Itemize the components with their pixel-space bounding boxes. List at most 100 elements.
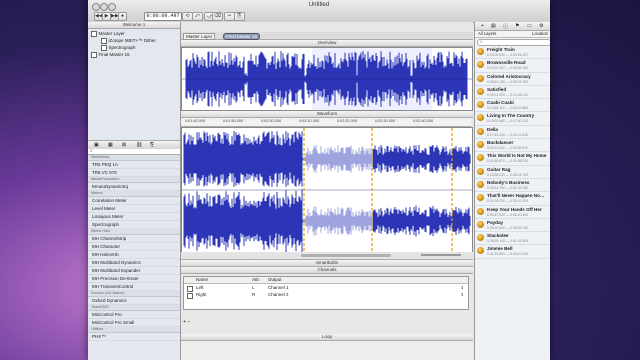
channel-checkbox[interactable]: [187, 293, 193, 299]
marker-icon[interactable]: ⚑: [515, 23, 519, 29]
marker-search-field[interactable]: ⌕: [477, 39, 550, 46]
plugin-item[interactable]: Lissajous Meter: [88, 213, 180, 221]
track-marker-icon: [477, 234, 484, 242]
channel-row[interactable]: Left L Channel 1 ⇕: [184, 284, 468, 292]
bypass-icon[interactable]: ⊠: [122, 142, 126, 148]
enabled-checkbox[interactable]: [91, 52, 97, 58]
plugin-item[interactable]: MAutoDynamicEq: [88, 183, 180, 191]
marker-list-item[interactable]: Keep Your Hands Off Her 0:33:47.910 — 0:3…: [475, 206, 550, 219]
waveform-scrollbar[interactable]: [181, 252, 473, 260]
col-output[interactable]: Output: [268, 277, 282, 283]
link-icon[interactable]: ⛓: [136, 142, 142, 148]
channel-row[interactable]: Right R Channel 2 ⇕: [184, 291, 468, 299]
info-icon[interactable]: ⓘ: [503, 23, 508, 30]
overview-header: Overview: [181, 40, 473, 47]
delete-button[interactable]: ⌫: [212, 12, 223, 21]
plugin-item[interactable]: Correlation Meter: [88, 197, 180, 205]
grid-icon[interactable]: ▦: [108, 142, 113, 148]
tree-item[interactable]: Final Master 16: [91, 51, 179, 58]
enabled-checkbox[interactable]: [91, 31, 97, 37]
plugin-item[interactable]: TR5 VC 670: [88, 169, 180, 177]
marker-list-item[interactable]: Buckdancer 0:20:11.540 — 0:22:59.870: [475, 139, 550, 153]
marker-list-item[interactable]: Satisfied 0:09:31.920 — 0:12:48.110: [475, 86, 550, 100]
marker-title: Satisfied: [487, 86, 507, 92]
time-ruler: 0:01:40.000 0:01:50.000 0:02:00.000 0:02:10…: [181, 118, 471, 127]
marker-list-item[interactable]: Living In The Country 0:15:02.660 — 0:17:…: [475, 112, 550, 126]
right-toolbar: + ▤ ⓘ ⚑ ▭ ⚙: [475, 22, 550, 31]
plugin-item[interactable]: MixControl Pro Small: [88, 319, 180, 327]
plugin-item[interactable]: MH Precision De-Esser: [88, 275, 180, 283]
plugin-item[interactable]: MH TransientControl: [88, 283, 180, 291]
chevron-updown-icon[interactable]: ⇕: [461, 291, 464, 298]
app-window: Untitled ◀◀ ▶ ▶▶ ● ⟲ ⤺ ⤻ ⌫ ✂ ⎘ 0:00:09.497 Welcom…: [88, 0, 550, 360]
remove-channel-button[interactable]: −: [187, 319, 190, 325]
layer-filter-select[interactable]: All Layers: [478, 31, 496, 37]
plugin-item[interactable]: Level Meter: [88, 205, 180, 213]
layers-icon[interactable]: ▤: [491, 23, 496, 29]
channel-output-select[interactable]: Channel 1: [268, 284, 289, 291]
record-button[interactable]: ●: [118, 12, 127, 21]
settings-icon[interactable]: ⚙: [539, 23, 543, 29]
time-display[interactable]: 0:00:09.497: [144, 12, 182, 21]
sort-select[interactable]: Location: [532, 31, 548, 37]
marker-list-item[interactable]: This World Is Not My Home 0:22:59.870 — 0…: [475, 152, 550, 166]
filter-bar: All Layers Location: [475, 31, 550, 38]
undo-button[interactable]: ⤺: [192, 12, 203, 21]
tab-final-master[interactable]: Final Master 16: [223, 33, 261, 40]
marker-list-item[interactable]: Della 0:17:40.210 — 0:20:11.540: [475, 126, 550, 140]
col-attr[interactable]: Attr.: [252, 277, 260, 283]
plugin-item[interactable]: PHX™: [88, 333, 180, 341]
marker-title: Stackolee: [487, 233, 509, 239]
tree-item[interactable]: Spectrograph: [91, 44, 179, 51]
add-icon[interactable]: ▣: [94, 142, 99, 148]
chevron-updown-icon[interactable]: ⇕: [461, 284, 464, 291]
marker-list-item[interactable]: Cuabi Cuabi 0:12:48.110 — 0:15:02.660: [475, 99, 550, 113]
scroll-thumb[interactable]: [301, 254, 391, 257]
add-marker-icon[interactable]: +: [481, 23, 484, 29]
marker-list-item[interactable]: Guitar Rag 0:25:38.020 — 0:28:14.760: [475, 166, 550, 179]
track-marker-icon: [477, 48, 484, 55]
plugin-item[interactable]: MixControl Pro: [88, 311, 180, 319]
plugin-item[interactable]: Spectrograph: [88, 221, 180, 229]
smartedits-header[interactable]: SmartEdits: [181, 260, 473, 267]
marker-list-item[interactable]: Brownsville Road 0:03:21.427 — 0:06:54.18…: [475, 59, 550, 73]
tab-master-layer[interactable]: Master Layer: [183, 33, 216, 40]
marker-list-item[interactable]: Nobody's Business 0:28:14.760 — 0:31:03.3…: [475, 179, 550, 193]
marker-list-item[interactable]: That'll Never Happen No… 0:31:03.330 — 0:…: [475, 192, 550, 206]
marker-list: Freight Train 0:00:00.000 — 0:03:21.427 Br…: [475, 46, 550, 259]
enabled-checkbox[interactable]: [101, 38, 107, 44]
tree-item[interactable]: iZotope MBIT+™ Dither: [91, 37, 179, 44]
enabled-checkbox[interactable]: [101, 45, 107, 51]
plugin-item[interactable]: MH ChannelStrip: [88, 235, 180, 243]
plugin-item[interactable]: TR5 PEQ 1A: [88, 161, 180, 169]
marker-range: 0:25:38.020 — 0:28:14.760: [487, 172, 529, 177]
marker-title: Buckdancer: [487, 140, 514, 146]
marker-title: That'll Never Happen No…: [487, 193, 545, 199]
plugin-item[interactable]: MH Multiband Dynamics: [88, 259, 180, 267]
tab-welcome[interactable]: Welcome 1: [88, 22, 180, 29]
col-name[interactable]: Name: [196, 277, 208, 283]
marker-range: 0:22:59.870 — 0:25:38.020: [487, 159, 529, 164]
channel-output-select[interactable]: Channel 2: [268, 291, 289, 298]
region-icon[interactable]: ▭: [527, 23, 532, 29]
track-marker-icon: [477, 127, 484, 135]
plugin-item[interactable]: Oxford Dynamics: [88, 297, 180, 305]
marker-range: 0:33:47.910 — 0:36:20.450: [487, 212, 529, 217]
overview-waveform[interactable]: [181, 47, 473, 111]
zoom-slider[interactable]: [421, 254, 461, 256]
marker-list-item[interactable]: Jimmie Bell 0:41:31.800 — 0:44:10.230: [475, 245, 550, 259]
marker-list-item[interactable]: Payday 0:36:20.450 — 0:38:55.140: [475, 219, 550, 233]
plugin-item[interactable]: MH HaloVerb: [88, 251, 180, 259]
add-channel-button[interactable]: +: [183, 319, 186, 325]
tree-item[interactable]: Master Layer: [91, 30, 179, 37]
plugin-item[interactable]: MH Character: [88, 243, 180, 251]
marker-list-item[interactable]: Freight Train 0:00:00.000 — 0:03:21.427: [475, 46, 550, 60]
main-waveform[interactable]: [181, 127, 473, 253]
layer-tabbar: Master Layer Final Master 16: [181, 32, 473, 40]
plugin-item[interactable]: MH Multiband Expander: [88, 267, 180, 275]
marker-list-item[interactable]: Colored Aristocracy 0:06:54.180 — 0:09:31…: [475, 73, 550, 86]
copy-icon[interactable]: ⎘: [150, 142, 154, 148]
marker-list-item[interactable]: Stackolee 0:38:55.140 — 0:41:31.800: [475, 232, 550, 246]
copy-button[interactable]: ⎘: [234, 12, 245, 21]
marker-title: Colored Aristocracy: [487, 73, 531, 79]
